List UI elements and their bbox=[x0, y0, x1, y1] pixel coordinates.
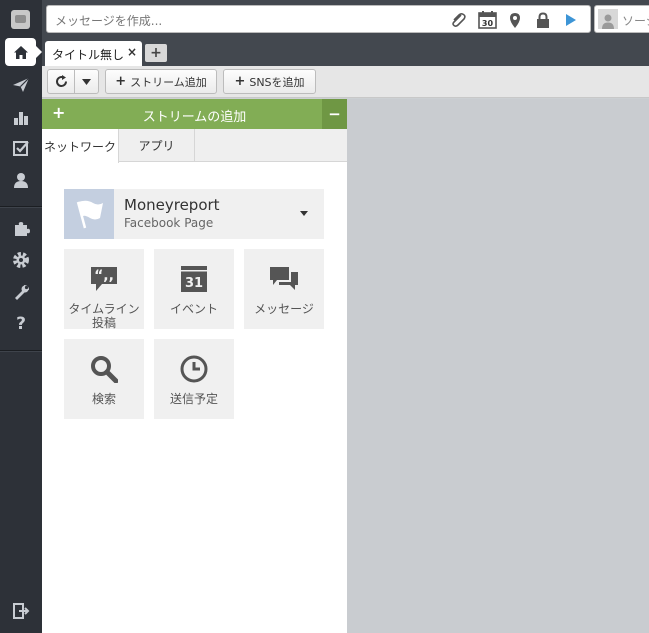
calendar-day-text: 31 bbox=[185, 276, 203, 291]
top-bar: メッセージを作成... 30 ソーシ bbox=[42, 0, 649, 38]
compose-placeholder: メッセージを作成... bbox=[55, 14, 163, 28]
stream-tile-timeline[interactable]: “,, タイムライン投稿 bbox=[64, 249, 144, 330]
profile-avatar-icon bbox=[598, 9, 618, 29]
minimize-button[interactable]: − bbox=[322, 99, 347, 129]
refresh-button[interactable] bbox=[47, 69, 75, 94]
tile-label: タイムライン投稿 bbox=[68, 302, 140, 330]
profile-selector-text: ソーシ bbox=[622, 14, 649, 28]
chevron-down-icon bbox=[300, 211, 308, 216]
stream-toolbar: + ストリーム追加 + SNSを追加 bbox=[42, 66, 649, 98]
settings-gear-icon[interactable] bbox=[0, 245, 42, 275]
refresh-options-dropdown[interactable] bbox=[74, 69, 99, 94]
left-sidebar: ? bbox=[0, 0, 42, 633]
account-type: Facebook Page bbox=[124, 216, 214, 230]
paperclip-icon[interactable] bbox=[448, 10, 468, 30]
tab-network[interactable]: ネットワーク bbox=[42, 129, 119, 163]
home-icon[interactable] bbox=[5, 38, 42, 66]
stream-tile-messages[interactable]: メッセージ bbox=[244, 249, 324, 329]
svg-text:“,,: “,, bbox=[94, 268, 114, 284]
send-arrow-icon[interactable] bbox=[561, 10, 581, 30]
tile-label: 検索 bbox=[91, 392, 116, 406]
add-tab-button[interactable]: + bbox=[145, 44, 167, 62]
contacts-icon[interactable] bbox=[0, 165, 42, 195]
clock-icon bbox=[154, 353, 234, 385]
send-icon[interactable] bbox=[0, 70, 42, 100]
tab-bar: タイトル無し × + bbox=[42, 38, 649, 66]
tile-label: メッセージ bbox=[254, 302, 314, 316]
profile-selector[interactable]: ソーシ bbox=[594, 5, 649, 33]
tab-untitled[interactable]: タイトル無し × bbox=[45, 41, 142, 66]
help-icon[interactable]: ? bbox=[0, 309, 42, 339]
calendar-day-text: 30 bbox=[481, 19, 493, 28]
stream-tile-events[interactable]: 31 イベント bbox=[154, 249, 234, 329]
tile-label: 送信予定 bbox=[169, 392, 218, 406]
account-name: Moneyreport bbox=[124, 196, 220, 214]
add-stream-panel: + ストリームの追加 − ネットワーク アプリ Moneyreport Face… bbox=[42, 99, 347, 633]
tile-label: イベント bbox=[169, 302, 218, 316]
chevron-down-icon bbox=[82, 78, 91, 85]
search-icon bbox=[64, 353, 144, 385]
location-pin-icon[interactable] bbox=[505, 10, 525, 30]
sidebar-divider bbox=[0, 206, 42, 207]
facebook-page-avatar bbox=[64, 189, 114, 239]
tools-wrench-icon[interactable] bbox=[0, 277, 42, 307]
close-tab-icon[interactable]: × bbox=[127, 45, 137, 59]
flag-icon bbox=[76, 200, 103, 229]
sidebar-divider bbox=[0, 350, 42, 351]
app-logo-icon[interactable] bbox=[11, 10, 30, 29]
chat-bubbles-icon bbox=[244, 263, 324, 295]
plus-icon: + bbox=[115, 74, 127, 89]
lock-icon[interactable] bbox=[533, 10, 553, 30]
add-sns-button[interactable]: + SNSを追加 bbox=[223, 69, 316, 94]
panel-title: ストリームの追加 bbox=[142, 110, 247, 125]
panel-header: + ストリームの追加 − bbox=[42, 99, 347, 129]
add-stream-button[interactable]: + ストリーム追加 bbox=[105, 69, 217, 94]
stream-tile-search[interactable]: 検索 bbox=[64, 339, 144, 419]
calendar-icon[interactable]: 30 bbox=[477, 10, 497, 30]
add-sns-label: SNSを追加 bbox=[249, 75, 305, 89]
assignments-icon[interactable] bbox=[0, 133, 42, 163]
refresh-icon bbox=[55, 75, 67, 88]
compose-message-input[interactable]: メッセージを作成... 30 bbox=[46, 5, 591, 33]
account-selector[interactable]: Moneyreport Facebook Page bbox=[64, 189, 324, 239]
analytics-icon[interactable] bbox=[0, 102, 42, 132]
stream-tile-scheduled[interactable]: 送信予定 bbox=[154, 339, 234, 419]
calendar-31-icon: 31 bbox=[154, 263, 234, 295]
tab-label: タイトル無し bbox=[52, 48, 125, 62]
panel-tabs: ネットワーク アプリ bbox=[42, 129, 347, 163]
stream-content-area bbox=[347, 99, 649, 633]
plus-icon: + bbox=[234, 74, 246, 89]
logout-icon[interactable] bbox=[0, 596, 42, 626]
apps-puzzle-icon[interactable] bbox=[0, 213, 42, 243]
add-stream-label: ストリーム追加 bbox=[130, 75, 207, 89]
tab-apps[interactable]: アプリ bbox=[119, 129, 195, 162]
quote-bubble-icon: “,, bbox=[64, 263, 144, 295]
